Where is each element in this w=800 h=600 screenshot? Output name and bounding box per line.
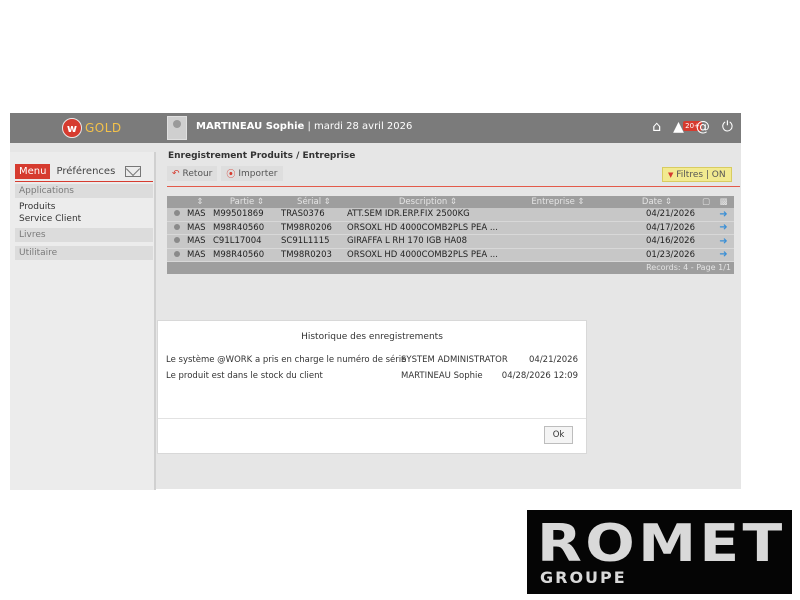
import-button[interactable]: ⦿ Importer <box>221 166 283 181</box>
avatar[interactable] <box>167 116 187 140</box>
cell-company: MAS <box>187 236 206 247</box>
history-entry-date: 04/21/2026 <box>529 355 578 365</box>
romet-logo-sub: GROUPE <box>540 568 627 587</box>
table-footer: Records: 4 - Page 1/1 <box>167 262 734 274</box>
row-status-dot <box>167 236 187 246</box>
cell-company: MAS <box>187 249 206 260</box>
filters-label: Filtres | ON <box>676 170 726 180</box>
row-status-dot <box>167 223 187 233</box>
logo-text: GOLD <box>85 121 122 135</box>
history-entry-text: Le système @WORK a pris en charge le num… <box>166 355 407 365</box>
sidebar-item-service-client[interactable]: Service Client <box>15 213 153 225</box>
sidebar-section-livres[interactable]: Livres <box>15 228 153 242</box>
cell-date: 04/16/2026 <box>646 236 695 247</box>
back-icon: ↶ <box>172 168 180 179</box>
back-button[interactable]: ↶ Retour <box>167 166 218 181</box>
page-title: Enregistrement Produits / Entreprise <box>168 151 356 161</box>
col-serial[interactable]: Sérial ⇕ <box>281 196 347 208</box>
print-icon[interactable]: ▩ <box>713 196 734 208</box>
sidebar-section-utilitaire[interactable]: Utilitaire <box>15 246 153 260</box>
notifications-icon[interactable]: ▲ 20+ <box>673 119 702 135</box>
history-entry-user: SYSTEM ADMINISTRATOR <box>401 355 508 365</box>
toolbar: ↶ Retour ⦿ Importer <box>167 166 283 181</box>
cell-description: ORSOXL HD 4000COMB2PLS PEA ... <box>347 249 498 260</box>
open-arrow-icon[interactable]: ➜ <box>713 249 734 260</box>
romet-logo-word: ROMET <box>537 514 786 574</box>
power-icon[interactable]: ⏻ <box>722 119 733 135</box>
import-icon: ⦿ <box>226 170 236 180</box>
dialog-title: Historique des enregistrements <box>301 332 443 342</box>
mail-icon[interactable] <box>125 166 142 177</box>
ok-button[interactable]: Ok <box>544 426 573 444</box>
col-sort-icon[interactable]: ⇕ <box>187 196 213 208</box>
dialog-divider <box>158 418 586 419</box>
history-entry-date: 04/28/2026 12:09 <box>501 371 578 381</box>
cell-part: M99501869 <box>213 209 264 220</box>
tab-preferences[interactable]: Préférences <box>54 164 117 179</box>
cell-date: 04/17/2026 <box>646 222 695 233</box>
screen: w GOLD MARTINEAU Sophie | mardi 28 avril… <box>0 0 800 600</box>
sidebar-section-applications[interactable]: Applications <box>15 184 153 198</box>
row-status-dot <box>167 250 187 260</box>
sidebar-item-produits[interactable]: Produits <box>15 201 153 213</box>
open-arrow-icon[interactable]: ➜ <box>713 236 734 247</box>
table-row[interactable]: MAS M98R40560 TM98R0203 ORSOXL HD 4000CO… <box>167 248 734 262</box>
export-icon[interactable]: ▢ <box>699 196 713 208</box>
sidebar-divider <box>15 181 153 182</box>
history-dialog: Historique des enregistrements Le systèm… <box>157 320 587 454</box>
col-partie[interactable]: Partie ⇕ <box>213 196 281 208</box>
home-icon[interactable]: ⌂ <box>652 119 661 135</box>
top-bar: w GOLD MARTINEAU Sophie | mardi 28 avril… <box>10 113 741 143</box>
table-row[interactable]: MAS C91L17004 SC91L1115 GIRAFFA L RH 170… <box>167 235 734 249</box>
cell-description: ATT.SEM IDR.ERP.FIX 2500KG <box>347 209 470 220</box>
cell-company: MAS <box>187 209 206 220</box>
back-label: Retour <box>182 168 213 179</box>
cell-part: M98R40560 <box>213 249 265 260</box>
table-row[interactable]: MAS M98R40560 TM98R0206 ORSOXL HD 4000CO… <box>167 221 734 235</box>
col-date[interactable]: Date ⇕ <box>619 196 699 208</box>
sidebar: Menu Préférences Applications Produits S… <box>10 152 156 490</box>
import-label: Importer <box>238 168 278 179</box>
tab-menu[interactable]: Menu <box>15 164 51 179</box>
history-entry-text: Le produit est dans le stock du client <box>166 371 323 381</box>
user-line: MARTINEAU Sophie | mardi 28 avril 2026 <box>196 121 412 132</box>
row-status-dot <box>167 209 187 219</box>
cell-serial: TM98R0206 <box>281 222 332 233</box>
filters-button[interactable]: ▼ Filtres | ON <box>662 167 732 182</box>
cell-description: ORSOXL HD 4000COMB2PLS PEA ... <box>347 222 498 233</box>
history-entry-user: MARTINEAU Sophie <box>401 371 483 381</box>
cell-part: C91L17004 <box>213 236 262 247</box>
sidebar-tabs: Menu Préférences <box>15 164 142 179</box>
top-icons: ⌂ ▲ 20+ @ ⏻ <box>652 119 733 135</box>
at-icon[interactable]: @ <box>696 119 710 135</box>
cell-description: GIRAFFA L RH 170 IGB HA08 <box>347 236 467 247</box>
cell-date: 04/21/2026 <box>646 209 695 220</box>
cell-serial: TM98R0203 <box>281 249 332 260</box>
user-name[interactable]: MARTINEAU Sophie <box>196 121 304 132</box>
col-select <box>167 196 187 208</box>
app-logo[interactable]: w GOLD <box>62 118 122 138</box>
col-entreprise[interactable]: Entreprise ⇕ <box>509 196 619 208</box>
table-header: ⇕ Partie ⇕ Sérial ⇕ Description ⇕ Entrep… <box>167 196 734 208</box>
caret-down-icon: ▼ <box>668 171 674 179</box>
cell-serial: TRAS0376 <box>281 209 325 220</box>
romet-logo: ROMET GROUPE <box>527 510 792 594</box>
open-arrow-icon[interactable]: ➜ <box>713 222 734 233</box>
logo-mark: w <box>62 118 82 138</box>
cell-company: MAS <box>187 222 206 233</box>
col-description[interactable]: Description ⇕ <box>347 196 509 208</box>
current-date: | mardi 28 avril 2026 <box>307 121 413 132</box>
table-row[interactable]: MAS M99501869 TRAS0376 ATT.SEM IDR.ERP.F… <box>167 208 734 222</box>
records-table: ⇕ Partie ⇕ Sérial ⇕ Description ⇕ Entrep… <box>167 196 734 274</box>
open-arrow-icon[interactable]: ➜ <box>713 209 734 220</box>
toolbar-divider <box>167 186 740 187</box>
cell-part: M98R40560 <box>213 222 265 233</box>
cell-date: 01/23/2026 <box>646 249 695 260</box>
cell-serial: SC91L1115 <box>281 236 330 247</box>
